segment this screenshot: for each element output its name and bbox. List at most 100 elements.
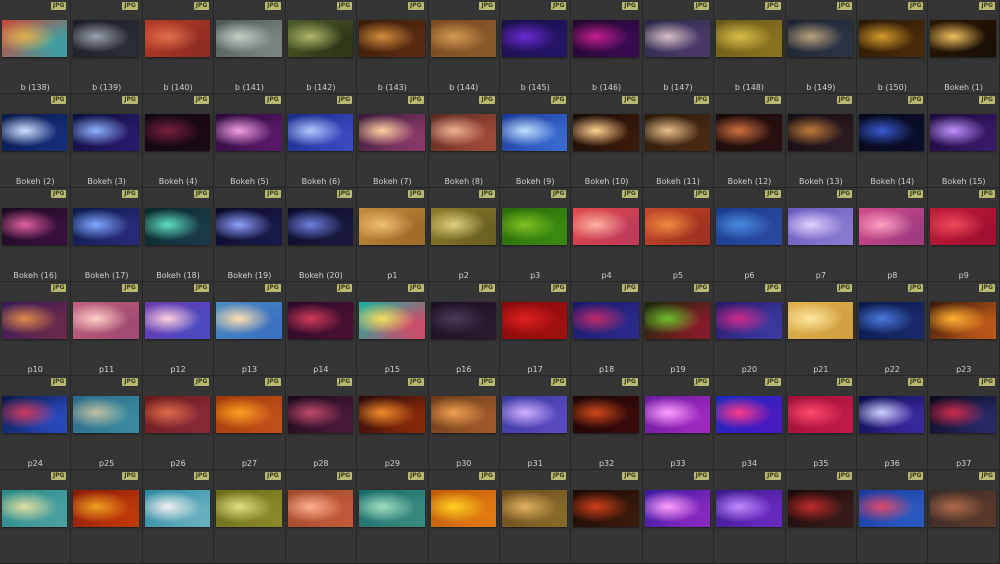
thumbnail-item[interactable]: JPG bbox=[642, 470, 715, 564]
thumbnail-item[interactable]: JPG b (140) bbox=[142, 0, 215, 94]
thumbnail-item[interactable]: JPG bbox=[357, 470, 429, 564]
thumbnail-image[interactable] bbox=[787, 20, 854, 57]
thumbnail-item[interactable]: JPG p21 bbox=[785, 282, 858, 376]
thumbnail-item[interactable]: JPG p23 bbox=[928, 282, 1000, 376]
thumbnail-item[interactable]: JPG p33 bbox=[642, 376, 715, 470]
thumbnail-image[interactable] bbox=[287, 208, 354, 245]
thumbnail-item[interactable]: JPG Bokeh (9) bbox=[499, 94, 572, 188]
thumbnail-image[interactable] bbox=[2, 302, 68, 339]
thumbnail-image[interactable] bbox=[930, 396, 996, 433]
thumbnail-item[interactable]: JPG p27 bbox=[214, 376, 286, 470]
thumbnail-item[interactable]: JPG Bokeh (19) bbox=[214, 188, 286, 282]
thumbnail-image[interactable] bbox=[573, 114, 639, 151]
thumbnail-image[interactable] bbox=[359, 20, 425, 57]
thumbnail-item[interactable]: JPG bbox=[714, 470, 786, 564]
thumbnail-item[interactable]: JPG b (141) bbox=[214, 0, 286, 94]
thumbnail-image[interactable] bbox=[216, 208, 282, 245]
thumbnail-item[interactable]: JPG p28 bbox=[285, 376, 358, 470]
thumbnail-image[interactable] bbox=[644, 396, 711, 433]
thumbnail-image[interactable] bbox=[2, 20, 68, 57]
thumbnail-item[interactable]: JPG p32 bbox=[571, 376, 643, 470]
thumbnail-item[interactable]: JPG Bokeh (2) bbox=[0, 94, 72, 188]
thumbnail-image[interactable] bbox=[144, 208, 211, 245]
thumbnail-item[interactable]: JPG Bokeh (7) bbox=[357, 94, 429, 188]
thumbnail-image[interactable] bbox=[501, 302, 568, 339]
thumbnail-image[interactable] bbox=[430, 208, 496, 245]
thumbnail-image[interactable] bbox=[216, 114, 282, 151]
thumbnail-image[interactable] bbox=[287, 396, 354, 433]
thumbnail-item[interactable]: JPG b (147) bbox=[642, 0, 715, 94]
thumbnail-item[interactable]: JPG bbox=[285, 470, 358, 564]
thumbnail-item[interactable]: JPG b (143) bbox=[357, 0, 429, 94]
thumbnail-item[interactable]: JPG bbox=[428, 470, 500, 564]
thumbnail-item[interactable]: JPG p5 bbox=[642, 188, 715, 282]
thumbnail-item[interactable]: JPG bbox=[0, 470, 72, 564]
thumbnail-item[interactable]: JPG bbox=[857, 470, 929, 564]
thumbnail-item[interactable]: JPG p18 bbox=[571, 282, 643, 376]
thumbnail-item[interactable]: JPG p10 bbox=[0, 282, 72, 376]
thumbnail-image[interactable] bbox=[73, 490, 139, 527]
thumbnail-item[interactable]: JPG p7 bbox=[785, 188, 858, 282]
thumbnail-item[interactable]: JPG p20 bbox=[714, 282, 786, 376]
thumbnail-image[interactable] bbox=[287, 302, 354, 339]
thumbnail-image[interactable] bbox=[359, 302, 425, 339]
thumbnail-image[interactable] bbox=[859, 114, 925, 151]
thumbnail-image[interactable] bbox=[716, 114, 782, 151]
thumbnail-image[interactable] bbox=[144, 20, 211, 57]
thumbnail-image[interactable] bbox=[859, 490, 925, 527]
thumbnail-image[interactable] bbox=[430, 396, 496, 433]
thumbnail-item[interactable]: JPG p22 bbox=[857, 282, 929, 376]
thumbnail-image[interactable] bbox=[859, 208, 925, 245]
thumbnail-item[interactable]: JPG p15 bbox=[357, 282, 429, 376]
thumbnail-image[interactable] bbox=[73, 20, 139, 57]
thumbnail-image[interactable] bbox=[573, 396, 639, 433]
thumbnail-image[interactable] bbox=[644, 208, 711, 245]
thumbnail-image[interactable] bbox=[644, 114, 711, 151]
thumbnail-image[interactable] bbox=[216, 396, 282, 433]
thumbnail-image[interactable] bbox=[73, 302, 139, 339]
thumbnail-item[interactable]: JPG p13 bbox=[214, 282, 286, 376]
thumbnail-item[interactable]: JPG p11 bbox=[71, 282, 143, 376]
thumbnail-item[interactable]: JPG p2 bbox=[428, 188, 500, 282]
thumbnail-image[interactable] bbox=[2, 208, 68, 245]
thumbnail-image[interactable] bbox=[359, 208, 425, 245]
thumbnail-item[interactable]: JPG Bokeh (6) bbox=[285, 94, 358, 188]
thumbnail-item[interactable]: JPG p8 bbox=[857, 188, 929, 282]
thumbnail-image[interactable] bbox=[787, 114, 854, 151]
thumbnail-image[interactable] bbox=[716, 208, 782, 245]
thumbnail-item[interactable]: JPG b (142) bbox=[285, 0, 358, 94]
thumbnail-image[interactable] bbox=[787, 302, 854, 339]
thumbnail-item[interactable]: JPG p26 bbox=[142, 376, 215, 470]
thumbnail-image[interactable] bbox=[144, 302, 211, 339]
thumbnail-image[interactable] bbox=[216, 490, 282, 527]
thumbnail-image[interactable] bbox=[430, 114, 496, 151]
thumbnail-image[interactable] bbox=[573, 20, 639, 57]
thumbnail-item[interactable]: JPG p30 bbox=[428, 376, 500, 470]
thumbnail-item[interactable]: JPG p31 bbox=[499, 376, 572, 470]
thumbnail-item[interactable]: JPG p3 bbox=[499, 188, 572, 282]
thumbnail-item[interactable]: JPG p16 bbox=[428, 282, 500, 376]
thumbnail-item[interactable]: JPG Bokeh (18) bbox=[142, 188, 215, 282]
thumbnail-item[interactable]: JPG bbox=[785, 470, 858, 564]
thumbnail-item[interactable]: JPG b (145) bbox=[499, 0, 572, 94]
thumbnail-image[interactable] bbox=[716, 302, 782, 339]
thumbnail-image[interactable] bbox=[73, 396, 139, 433]
thumbnail-item[interactable]: JPG p19 bbox=[642, 282, 715, 376]
thumbnail-image[interactable] bbox=[930, 114, 996, 151]
thumbnail-item[interactable]: JPG b (150) bbox=[857, 0, 929, 94]
thumbnail-item[interactable]: JPG Bokeh (1) bbox=[928, 0, 1000, 94]
thumbnail-item[interactable]: JPG b (148) bbox=[714, 0, 786, 94]
thumbnail-item[interactable]: JPG Bokeh (12) bbox=[714, 94, 786, 188]
thumbnail-item[interactable]: JPG Bokeh (3) bbox=[71, 94, 143, 188]
thumbnail-item[interactable]: JPG p17 bbox=[499, 282, 572, 376]
thumbnail-item[interactable]: JPG bbox=[142, 470, 215, 564]
thumbnail-image[interactable] bbox=[430, 490, 496, 527]
thumbnail-item[interactable]: JPG p14 bbox=[285, 282, 358, 376]
thumbnail-item[interactable]: JPG p34 bbox=[714, 376, 786, 470]
thumbnail-item[interactable]: JPG Bokeh (5) bbox=[214, 94, 286, 188]
thumbnail-item[interactable]: JPG b (144) bbox=[428, 0, 500, 94]
thumbnail-item[interactable]: JPG p24 bbox=[0, 376, 72, 470]
thumbnail-image[interactable] bbox=[2, 114, 68, 151]
thumbnail-image[interactable] bbox=[716, 490, 782, 527]
thumbnail-image[interactable] bbox=[287, 490, 354, 527]
